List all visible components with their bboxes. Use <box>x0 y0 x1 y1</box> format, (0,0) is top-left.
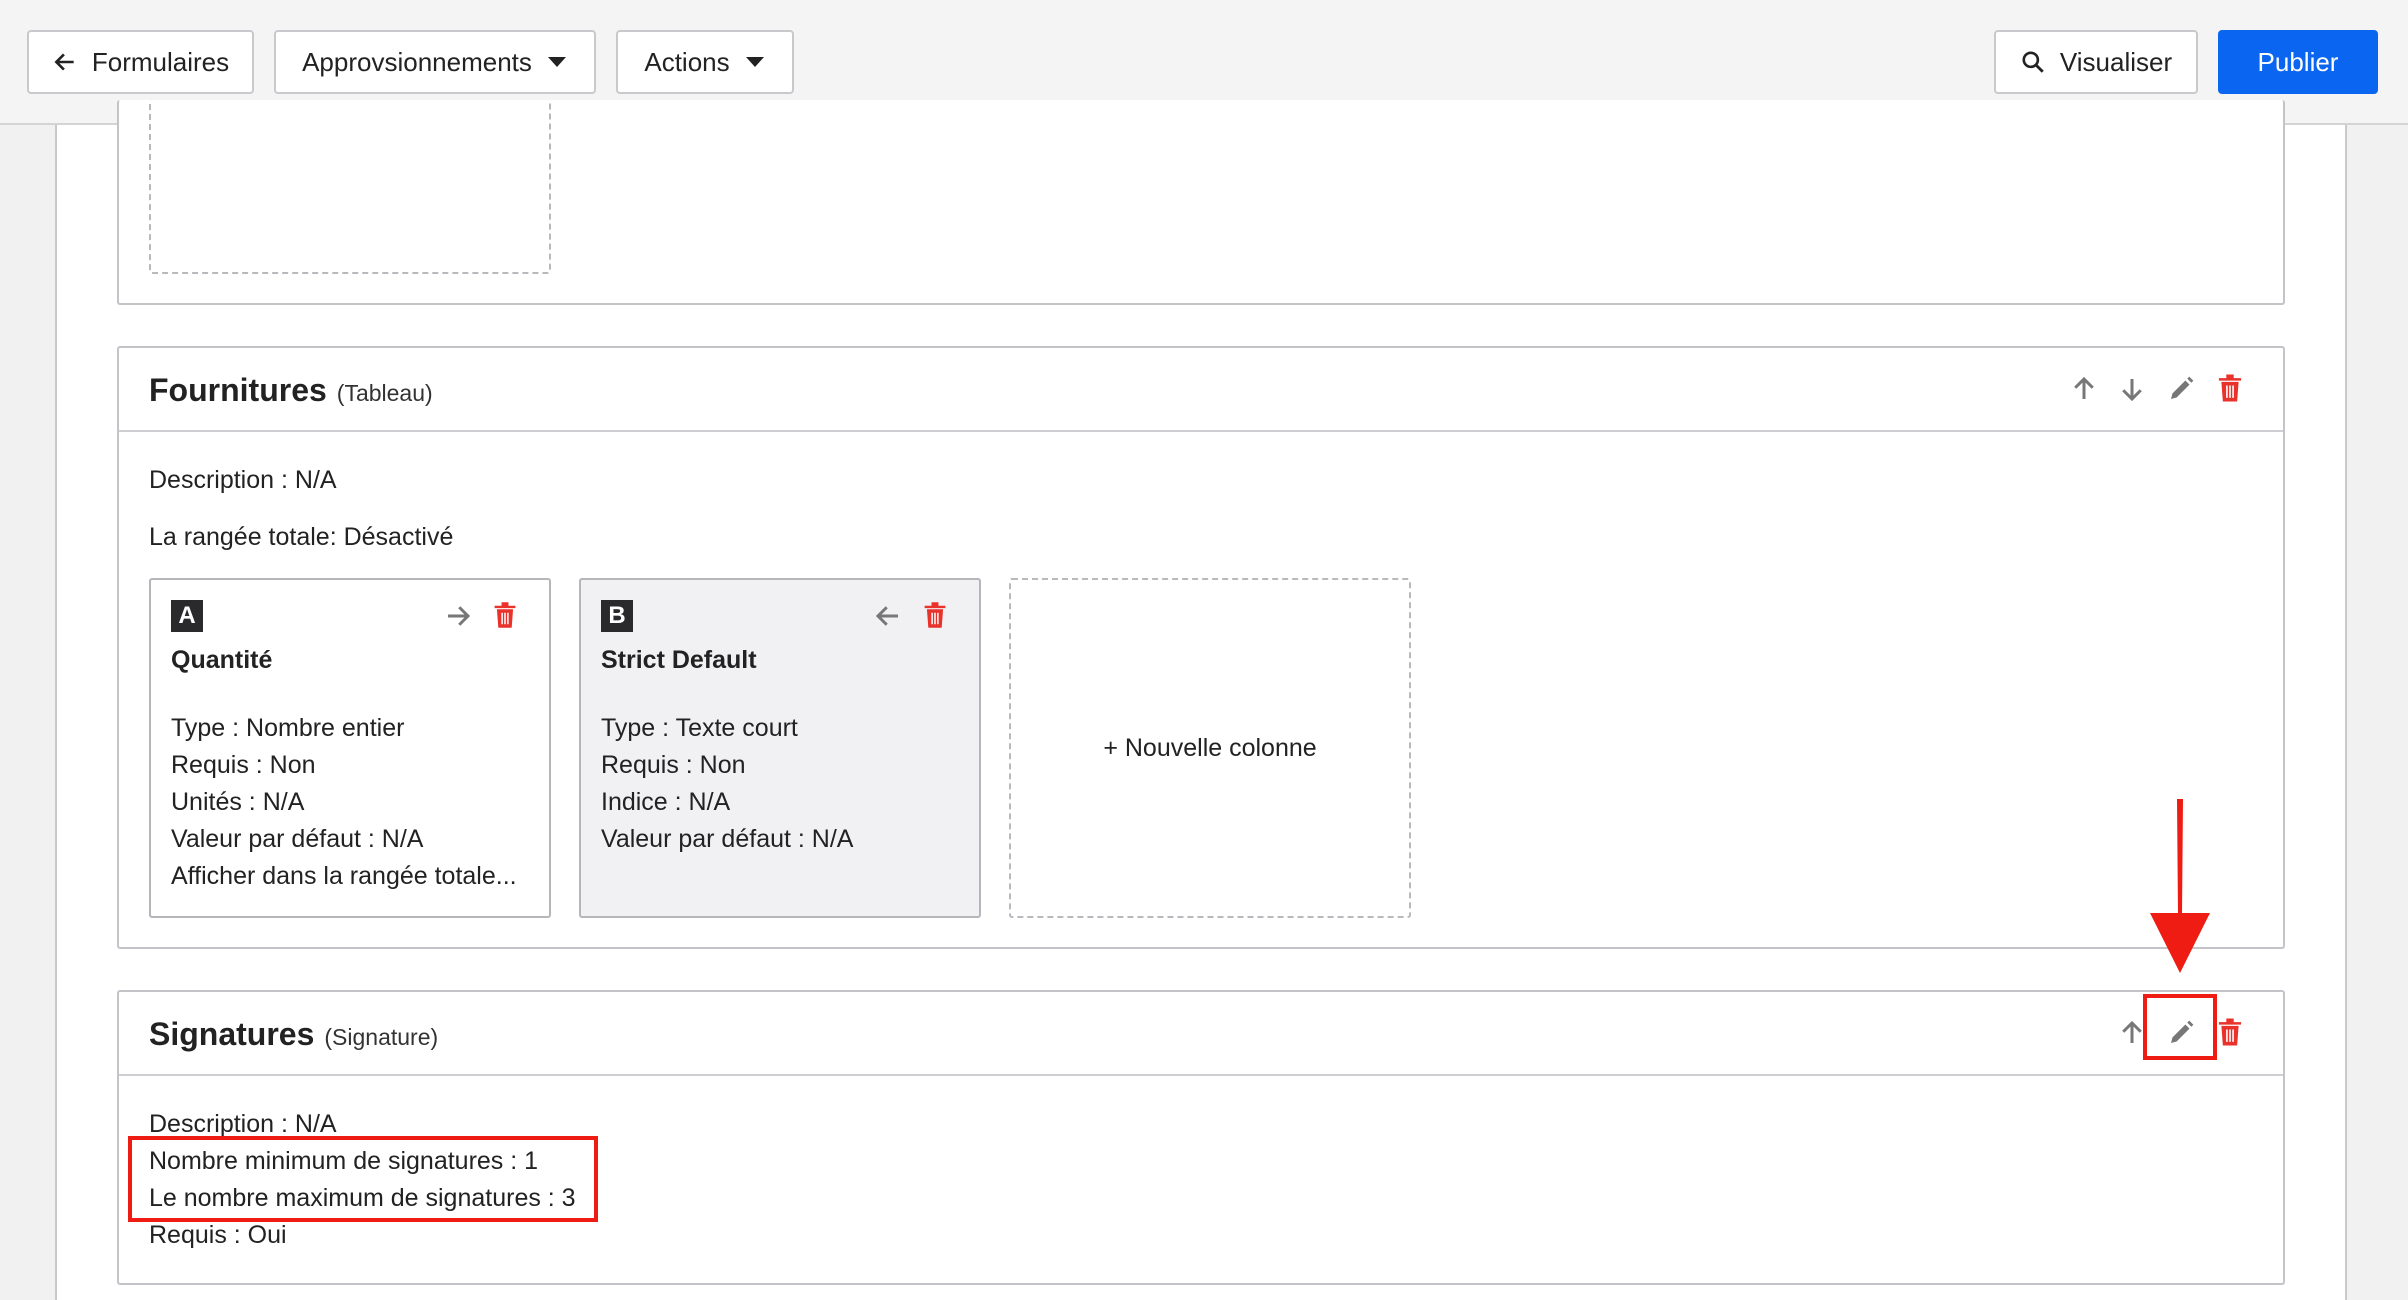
column-title: Strict Default <box>601 646 757 674</box>
back-button-label: Formulaires <box>91 46 230 77</box>
actions-label: Actions <box>644 46 730 77</box>
new-column-label: + Nouvelle colonne <box>1103 733 1317 762</box>
column-detail-line: Unités : N/A <box>171 788 305 816</box>
arrow-left-icon <box>54 53 74 71</box>
section-title: Signatures (Signature) <box>149 1016 438 1053</box>
approvisionnements-dropdown[interactable]: Approvsionnements <box>274 30 596 94</box>
move-down-icon[interactable] <box>2117 374 2147 404</box>
column-detail-line: Type : Texte court <box>601 714 798 742</box>
delete-trash-icon[interactable] <box>491 600 519 630</box>
column-card-a[interactable]: A Quantité Type : Nombre entier Requis :… <box>149 578 551 918</box>
fournitures-description: Description : N/A <box>149 466 337 494</box>
column-detail-line: Requis : Non <box>601 751 746 779</box>
signatures-title: Signatures <box>149 1016 315 1052</box>
column-detail-line: Indice : N/A <box>601 788 731 816</box>
delete-trash-icon[interactable] <box>2215 1016 2245 1048</box>
move-right-icon[interactable] <box>443 601 473 631</box>
publier-label: Publier <box>2257 46 2339 77</box>
visualiser-label: Visualiser <box>2059 46 2173 77</box>
fournitures-section-panel: Fournitures (Tableau) Description : N/A L… <box>117 346 2285 949</box>
column-detail-line: Requis : Non <box>171 751 316 779</box>
edit-highlight-box <box>2143 994 2217 1060</box>
actions-dropdown[interactable]: Actions <box>616 30 794 94</box>
signatures-header: Signatures (Signature) <box>119 992 2283 1076</box>
caret-down-icon <box>745 57 764 67</box>
column-card-b[interactable]: B Strict Default Type : Texte court Requ… <box>579 578 981 918</box>
fournitures-total-row: La rangée totale: Désactivé <box>149 523 454 551</box>
new-column-button[interactable]: + Nouvelle colonne <box>1009 578 1411 918</box>
annotation-arrow-down-icon <box>2150 799 2210 973</box>
search-icon <box>2022 51 2044 73</box>
previous-section-panel <box>117 100 2285 305</box>
edit-pencil-icon[interactable] <box>2166 374 2196 404</box>
column-details: Type : Texte court Requis : Non Indice :… <box>601 710 961 858</box>
column-detail-line: Valeur par défaut : N/A <box>601 825 854 853</box>
move-up-icon[interactable] <box>2069 374 2099 404</box>
back-to-forms-button[interactable]: Formulaires <box>27 30 254 94</box>
column-detail-line: Afficher dans la rangée totale... <box>171 862 517 890</box>
column-title: Quantité <box>171 646 273 674</box>
signatures-required: Requis : Oui <box>149 1221 287 1249</box>
visualiser-button[interactable]: Visualiser <box>1994 30 2198 94</box>
caret-down-icon <box>547 57 566 67</box>
delete-trash-icon[interactable] <box>921 600 949 630</box>
signatures-type: (Signature) <box>324 1024 439 1050</box>
column-detail-line: Valeur par défaut : N/A <box>171 825 424 853</box>
new-item-placeholder[interactable] <box>149 100 551 274</box>
fournitures-header: Fournitures (Tableau) <box>119 348 2283 432</box>
column-badge: B <box>601 600 633 632</box>
column-detail-line: Type : Nombre entier <box>171 714 405 742</box>
column-badge: A <box>171 600 203 632</box>
column-details: Type : Nombre entier Requis : Non Unités… <box>171 710 531 895</box>
section-title: Fournitures (Tableau) <box>149 372 433 409</box>
signature-limits-highlight-box <box>128 1136 598 1222</box>
move-left-icon[interactable] <box>873 601 903 631</box>
fournitures-type: (Tableau) <box>336 380 433 406</box>
approvisionnements-label: Approvsionnements <box>302 46 532 77</box>
fournitures-title: Fournitures <box>149 372 327 408</box>
signatures-description: Description : N/A <box>149 1110 337 1138</box>
publier-button[interactable]: Publier <box>2218 30 2378 94</box>
delete-trash-icon[interactable] <box>2215 372 2245 404</box>
